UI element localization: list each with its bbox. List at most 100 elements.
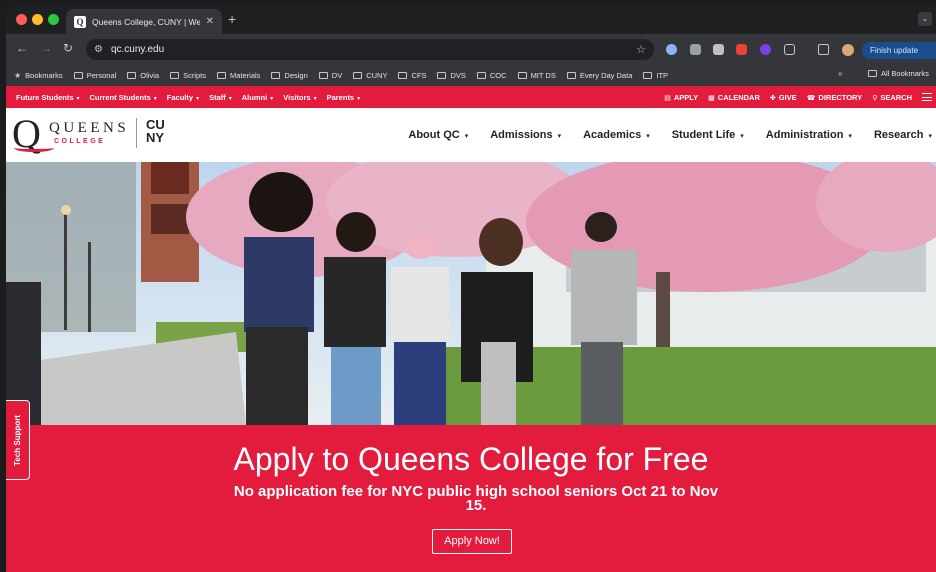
puzzle-icon[interactable] (784, 44, 795, 55)
bookmark-label: CUNY (366, 70, 388, 80)
folder-icon (127, 71, 137, 79)
quick-link-search[interactable]: ⚲ SEARCH (872, 93, 912, 102)
bookmark-item[interactable]: DV (318, 70, 343, 80)
extension-icon[interactable] (690, 44, 701, 55)
audience-nav-label: Visitors (283, 92, 311, 102)
bookmark-label: Bookmarks (25, 70, 63, 80)
more-bookmarks-button[interactable]: » (838, 69, 842, 78)
quick-link-apply[interactable]: ▤ APPLY (664, 93, 698, 102)
bookmark-item[interactable]: Personal (73, 71, 116, 80)
camera-extension-icon[interactable] (713, 44, 724, 55)
audience-nav-item[interactable]: Parents ▾ (327, 93, 361, 102)
main-nav-item[interactable]: About QC ▾ (408, 129, 468, 141)
new-tab-button[interactable]: + (228, 11, 236, 27)
reload-icon[interactable]: ↻ (63, 41, 73, 55)
minimize-window-button[interactable] (32, 14, 43, 25)
main-nav-item[interactable]: Administration ▾ (766, 129, 852, 141)
bookmark-label: DV (331, 70, 343, 80)
tab-title: Queens College, CUNY | We (92, 16, 200, 27)
audience-nav-item[interactable]: Alumni ▾ (242, 93, 273, 102)
folder-icon (476, 71, 486, 79)
main-nav-item[interactable]: Academics ▾ (583, 129, 650, 141)
folder-icon (566, 71, 576, 79)
main-nav-item[interactable]: Student Life ▾ (672, 129, 744, 141)
bookmark-item[interactable]: MIT DS (517, 71, 556, 80)
campus-photo (6, 162, 936, 425)
chevron-down-icon: ▾ (228, 95, 232, 102)
chevron-down-icon: ▾ (464, 133, 469, 140)
address-bar[interactable]: ⚙ qc.cuny.edu ☆ (86, 39, 654, 60)
chevron-down-icon: ▾ (557, 133, 562, 140)
main-nav-item[interactable]: Research ▾ (874, 129, 932, 141)
main-nav: About QC ▾ Admissions ▾ Academics ▾ Student Li… (408, 108, 936, 162)
extension-icon[interactable] (736, 44, 747, 55)
bookmark-item[interactable]: Design (271, 71, 308, 80)
forward-arrow-icon[interactable]: → (40, 41, 52, 55)
logo-college: COLLEGE (54, 138, 106, 145)
back-arrow-icon[interactable]: ← (16, 41, 28, 55)
all-bookmarks-button[interactable]: All Bookmarks (868, 69, 929, 78)
maximize-window-button[interactable] (48, 14, 59, 25)
folder-icon (73, 71, 83, 79)
bookmark-label: Every Day Data (579, 70, 633, 80)
chevron-down-icon: ▾ (357, 95, 361, 102)
bookmarks-star-icon: ★ (14, 70, 22, 80)
favicon-icon: Q (74, 15, 86, 28)
hero-image (6, 162, 936, 425)
chevron-down-icon: ▾ (196, 95, 200, 102)
bookmark-item[interactable]: COC (476, 71, 507, 80)
bookmark-item[interactable]: Olivia (127, 71, 159, 80)
extension-badge-icon[interactable] (760, 44, 771, 55)
main-nav-item[interactable]: Admissions ▾ (490, 129, 561, 141)
bookmark-item[interactable]: CFS (398, 71, 426, 80)
quick-link-directory[interactable]: ☎ DIRECTORY (807, 93, 863, 102)
audience-nav-label: Parents (326, 92, 355, 102)
document-icon: ▤ (664, 94, 671, 102)
audience-nav-label: Current Students (89, 92, 151, 102)
folder-icon (643, 71, 653, 79)
tab-search-icon[interactable]: ⌄ (918, 12, 932, 26)
quick-link-give[interactable]: ✤ GIVE (770, 93, 797, 102)
cast-icon[interactable] (818, 44, 829, 55)
audience-nav-item[interactable]: Faculty ▾ (167, 93, 199, 102)
chevron-down-icon: ▾ (76, 95, 80, 102)
bookmark-item[interactable]: Materials (216, 71, 260, 80)
finish-update-button[interactable]: Finish update (862, 42, 936, 59)
audience-nav-item[interactable]: Staff ▾ (209, 93, 232, 102)
audience-nav-item[interactable]: Visitors ▾ (283, 93, 316, 102)
all-bookmarks-label: All Bookmarks (881, 69, 929, 78)
folder-icon (353, 71, 363, 79)
hamburger-menu-icon[interactable] (922, 93, 932, 101)
bookmark-label: CFS (411, 70, 427, 80)
folder-icon (517, 71, 527, 79)
main-nav-label: Admissions (490, 129, 553, 141)
audience-nav-item[interactable]: Current Students ▾ (90, 93, 157, 102)
browser-tab[interactable]: Q Queens College, CUNY | We ✕ (66, 9, 222, 34)
close-window-button[interactable] (16, 14, 27, 25)
bookmark-label: ITP (656, 70, 669, 80)
url-text[interactable]: qc.cuny.edu (111, 44, 628, 55)
bookmark-label: Scripts (183, 70, 206, 80)
site-info-icon[interactable]: ⚙ (94, 44, 103, 55)
audience-nav-item[interactable]: Future Students ▾ (16, 93, 80, 102)
audience-nav-label: Alumni (241, 92, 268, 102)
tech-support-tab[interactable]: Tech Support (6, 400, 30, 480)
apply-now-button[interactable]: Apply Now! (432, 529, 512, 554)
extension-icon[interactable] (666, 44, 677, 55)
cuny-logo: CU NY (146, 117, 165, 145)
avatar[interactable] (842, 44, 854, 56)
chevron-down-icon: ▾ (270, 95, 274, 102)
bookmark-star-icon[interactable]: ☆ (636, 43, 646, 56)
bookmark-item[interactable]: Every Day Data (566, 70, 633, 80)
banner-title: Apply to Queens College for Free (233, 441, 709, 477)
bookmark-item[interactable]: DVS (437, 71, 466, 80)
bookmark-item[interactable]: Scripts (170, 71, 206, 80)
bookmark-item[interactable]: ★ Bookmarks (14, 71, 63, 80)
folder-icon (868, 70, 877, 77)
bookmark-item[interactable]: CUNY (353, 71, 387, 80)
bookmark-item[interactable]: ITP (643, 71, 668, 80)
tech-support-label: Tech Support (13, 414, 22, 466)
quick-link-calendar[interactable]: ▦ CALENDAR (708, 93, 760, 102)
close-tab-icon[interactable]: ✕ (206, 16, 214, 27)
audience-nav: Future Students ▾ Current Students ▾ Faculty… (6, 93, 360, 102)
